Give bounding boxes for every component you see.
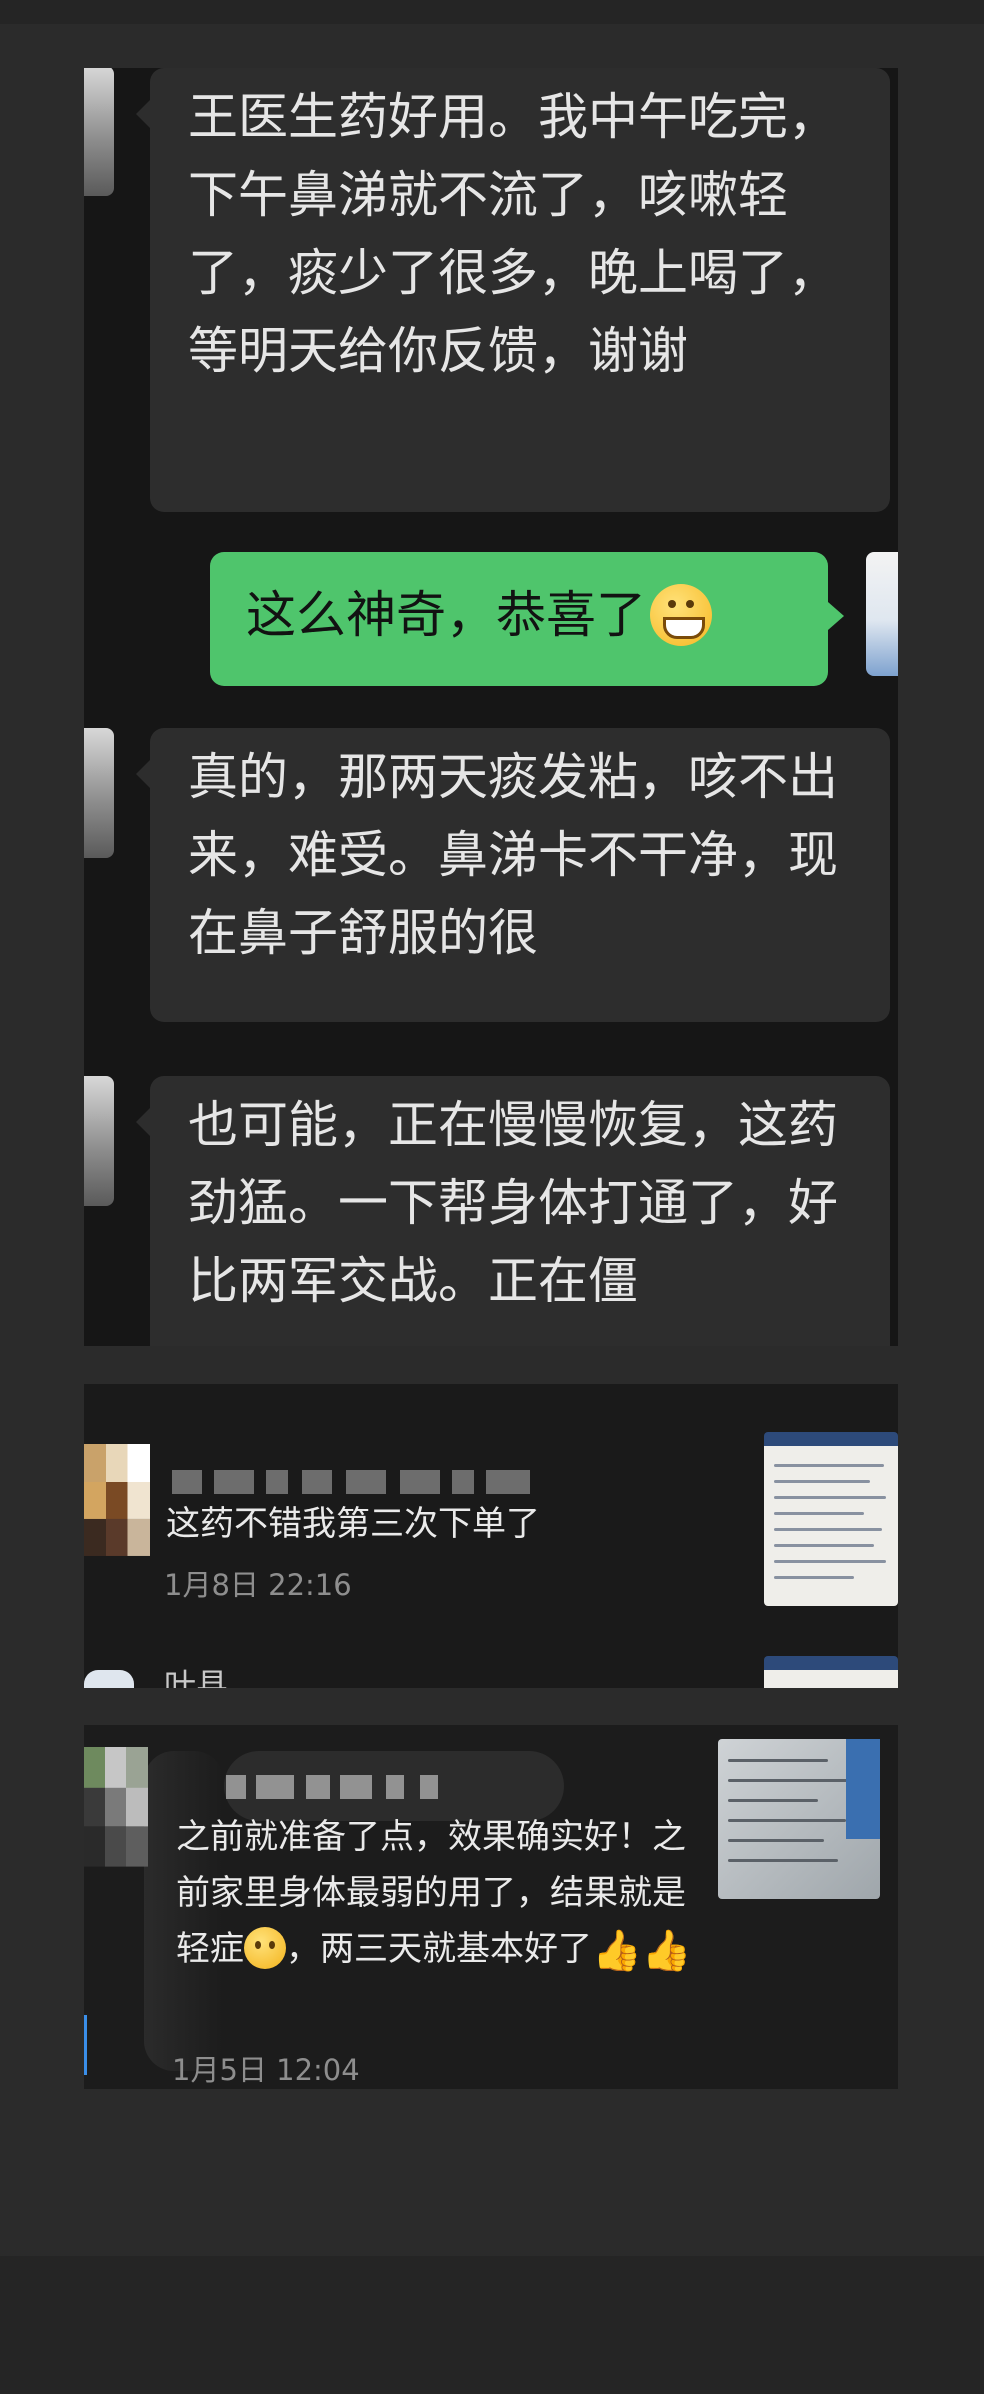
incoming-message-bubble: 真的，那两天痰发粘，咳不出来，难受。鼻涕卡不干净，现在鼻子舒服的很 [136,728,890,1022]
grinning-face-icon [650,583,712,646]
next-review-photo-thumbnail[interactable] [764,1656,898,1688]
review-text: 之前就准备了点，效果确实好！之前家里身体最弱的用了，结果就是轻症 ，两三天就基本好… [176,1809,716,1979]
reviewer-name-blurred [226,1775,246,1799]
self-avatar [866,552,898,676]
thumbs-up-icon: 👍 [641,1927,692,1974]
review-timestamp: 1月5日 12:04 [172,2053,360,2087]
scroll-indicator [84,2015,87,2075]
bottom-strip [0,2256,984,2394]
reviewer-avatar [84,1444,150,1556]
message-text: 真的，那两天痰发粘，咳不出来，难受。鼻涕卡不干净，现在鼻子舒服的很 [188,748,838,962]
review-text: 这药不错我第三次下单了 [166,1504,540,1544]
top-strip [0,0,984,24]
contact-avatar [84,728,114,858]
message-text: 王医生药好用。我中午吃完，下午鼻涕就不流了，咳嗽轻了，痰少了很多，晚上喝了，等明… [188,88,838,380]
contact-avatar [84,68,114,196]
reviewer-name-blurred [172,1470,202,1494]
incoming-message-bubble: 王医生药好用。我中午吃完，下午鼻涕就不流了，咳嗽轻了，痰少了很多，晚上喝了，等明… [136,68,890,512]
review-photo-thumbnail[interactable] [764,1432,898,1606]
next-reviewer-name: 叶县 [164,1666,229,1688]
review-card-2: 之前就准备了点，效果确实好！之前家里身体最弱的用了，结果就是轻症 ，两三天就基本好… [84,1725,898,2089]
reviewer-avatar [84,1747,148,1867]
review-photo-thumbnail[interactable] [718,1739,880,1899]
message-text: 也可能，正在慢慢恢复，这药劲猛。一下帮身体打通了，好比两军交战。正在僵 [188,1096,838,1310]
thumbs-up-icon: 👍 [592,1927,642,1974]
review-timestamp: 1月8日 22:16 [164,1568,352,1602]
message-text: 这么神奇，恭喜了 [246,586,646,644]
next-reviewer-avatar [84,1670,134,1688]
smiling-face-icon [244,1926,286,1969]
outgoing-message-bubble: 这么神奇，恭喜了 [210,552,844,686]
review-card-1: 这药不错我第三次下单了 1月8日 22:16 叶县 [84,1384,898,1688]
incoming-message-bubble: 也可能，正在慢慢恢复，这药劲猛。一下帮身体打通了，好比两军交战。正在僵 [136,1076,890,1346]
contact-avatar [84,1076,114,1206]
chat-screenshot: 王医生药好用。我中午吃完，下午鼻涕就不流了，咳嗽轻了，痰少了很多，晚上喝了，等明… [84,68,898,1346]
